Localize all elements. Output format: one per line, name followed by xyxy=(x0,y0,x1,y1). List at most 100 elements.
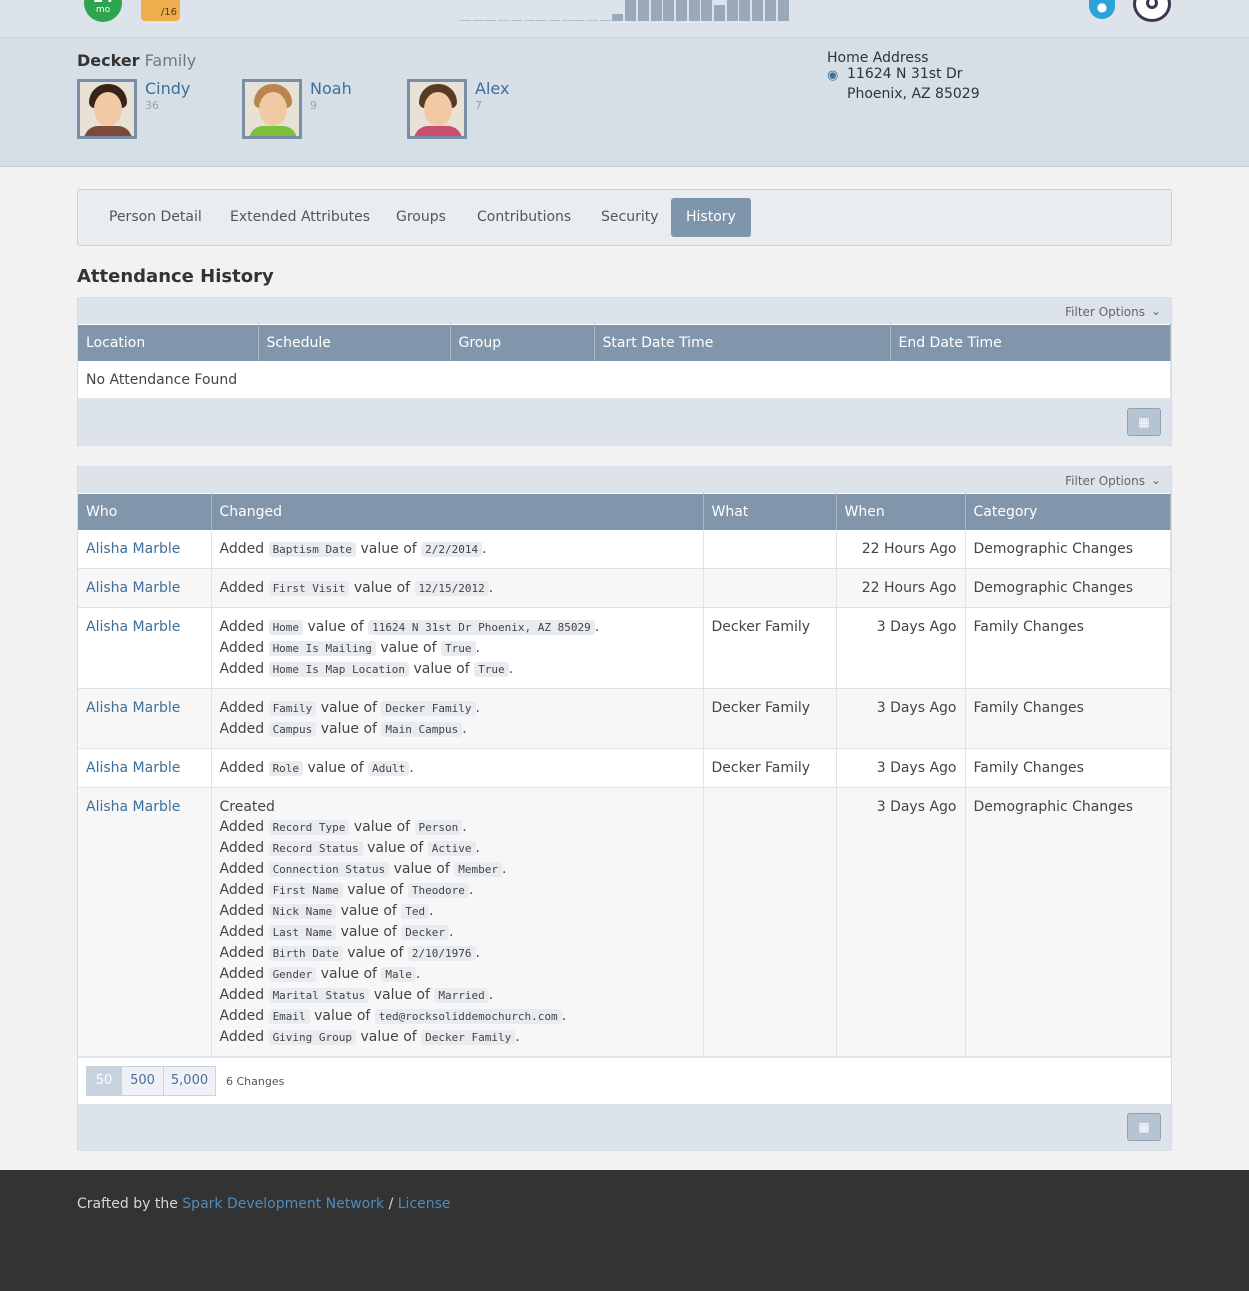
history-grid-footer: ▦ xyxy=(78,1103,1171,1150)
value-of-text: value of xyxy=(360,1028,417,1045)
value-of-text: value of xyxy=(413,660,470,677)
export-excel-button[interactable]: ▦ xyxy=(1127,408,1161,436)
cell-category: Demographic Changes xyxy=(965,568,1171,608)
column-header-when[interactable]: When xyxy=(836,493,966,530)
avatar[interactable] xyxy=(407,79,467,139)
who-link[interactable]: Alisha Marble xyxy=(86,619,180,635)
who-link[interactable]: Alisha Marble xyxy=(86,760,180,776)
export-excel-button[interactable]: ▦ xyxy=(1127,1112,1161,1141)
age-badge-unit: mo xyxy=(95,5,111,15)
who-link[interactable]: Alisha Marble xyxy=(86,580,180,596)
change-prefix: Added xyxy=(219,986,265,1003)
table-row: Alisha Marble Added First Visit value of … xyxy=(78,568,1171,608)
avatar[interactable] xyxy=(77,79,137,139)
attendance-bar xyxy=(561,20,573,21)
tab-contributions[interactable]: Contributions xyxy=(462,198,586,237)
attendance-bar xyxy=(777,0,789,21)
footer-credit: Crafted by the Spark Development Network… xyxy=(77,1196,451,1212)
change-line: Added Baptism Date value of 2/2/2014. xyxy=(219,540,487,557)
attendance-bar xyxy=(472,20,484,21)
giving-ring-icon[interactable] xyxy=(1133,0,1171,22)
history-grid: Filter Options ⌄ Who Changed What When C… xyxy=(77,466,1172,1151)
chevron-down-icon[interactable]: ⌄ xyxy=(1151,304,1161,318)
change-value: Married xyxy=(434,987,489,1003)
column-header-who[interactable]: Who xyxy=(78,493,212,530)
member-age: 36 xyxy=(145,99,159,112)
change-line: Added First Visit value of 12/15/2012. xyxy=(219,579,494,596)
page-size-50[interactable]: 50 xyxy=(86,1065,122,1096)
change-value: Active xyxy=(427,840,476,856)
cell-category: Family Changes xyxy=(965,607,1171,689)
column-header-group[interactable]: Group xyxy=(450,324,595,361)
cell-category: Demographic Changes xyxy=(965,529,1171,569)
cell-what: Decker Family xyxy=(703,607,837,689)
cell-changed: Added Baptism Date value of 2/2/2014. xyxy=(211,529,704,569)
cell-changed: Created Added Record Type value of Person… xyxy=(211,787,704,1057)
filter-options-label[interactable]: Filter Options xyxy=(1065,474,1145,488)
page-footer: Crafted by the Spark Development Network… xyxy=(0,1170,1249,1291)
attendance-bar xyxy=(548,20,560,21)
attendance-table: Location Schedule Group Start Date Time … xyxy=(78,324,1171,399)
cell-when: 3 Days Ago xyxy=(836,688,966,749)
member-age: 9 xyxy=(310,99,317,112)
who-link[interactable]: Alisha Marble xyxy=(86,799,180,815)
change-value: Theodore xyxy=(407,882,469,898)
cell-when: 22 Hours Ago xyxy=(836,568,966,608)
change-line: Added Campus value of Main Campus. xyxy=(219,720,467,737)
cell-what xyxy=(703,568,837,608)
tab-history[interactable]: History xyxy=(671,198,751,237)
change-prefix: Added xyxy=(219,923,265,940)
history-pager: 50 500 5,000 6 Changes xyxy=(78,1056,1171,1104)
column-header-start[interactable]: Start Date Time xyxy=(594,324,891,361)
attendance-bar xyxy=(650,0,662,21)
column-header-end[interactable]: End Date Time xyxy=(890,324,1171,361)
value-of-text: value of xyxy=(360,540,417,557)
page-size-5000[interactable]: 5,000 xyxy=(163,1065,216,1096)
filter-options-label[interactable]: Filter Options xyxy=(1065,305,1145,319)
change-field: Gender xyxy=(268,966,317,982)
cell-who: Alisha Marble xyxy=(78,688,212,749)
family-name: Decker Family xyxy=(77,51,196,70)
footer-spark-link[interactable]: Spark Development Network xyxy=(182,1196,384,1212)
change-field: Connection Status xyxy=(268,861,390,877)
column-header-changed[interactable]: Changed xyxy=(211,493,704,530)
age-badge[interactable]: 14 mo xyxy=(84,0,122,22)
column-header-what[interactable]: What xyxy=(703,493,837,530)
page-size-500[interactable]: 500 xyxy=(121,1065,164,1096)
tab-extended-attributes[interactable]: Extended Attributes xyxy=(215,198,385,237)
tab-security[interactable]: Security xyxy=(586,198,674,237)
cell-when: 3 Days Ago xyxy=(836,787,966,1057)
tab-person-detail[interactable]: Person Detail xyxy=(94,198,217,237)
cell-who: Alisha Marble xyxy=(78,529,212,569)
footer-license-link[interactable]: License xyxy=(398,1196,451,1212)
attendance-bar xyxy=(612,13,624,21)
value-of-text: value of xyxy=(347,881,404,898)
who-link[interactable]: Alisha Marble xyxy=(86,700,180,716)
change-prefix: Added xyxy=(219,639,265,656)
change-line: Added Birth Date value of 2/10/1976. xyxy=(219,944,480,961)
attendance-bar xyxy=(498,20,510,21)
cell-who: Alisha Marble xyxy=(78,787,212,1057)
attendance-bar xyxy=(714,5,725,21)
attendance-filter-bar[interactable]: Filter Options ⌄ xyxy=(78,298,1171,324)
chevron-down-icon[interactable]: ⌄ xyxy=(1151,473,1161,487)
value-of-text: value of xyxy=(380,639,437,656)
baptism-drop-icon[interactable]: ● xyxy=(1089,0,1115,19)
tab-groups[interactable]: Groups xyxy=(381,198,461,237)
change-line: Added Home Is Map Location value of True… xyxy=(219,660,514,677)
history-filter-bar[interactable]: Filter Options ⌄ xyxy=(78,467,1171,493)
column-header-schedule[interactable]: Schedule xyxy=(258,324,451,361)
member-name[interactable]: Noah xyxy=(310,79,352,98)
family-header: Decker Family Cindy 36 Noah 9 Alex 7 Hom… xyxy=(0,38,1249,167)
cell-changed: Added Family value of Decker Family. Adde… xyxy=(211,688,704,749)
column-header-category[interactable]: Category xyxy=(965,493,1171,530)
member-name[interactable]: Cindy xyxy=(145,79,190,98)
member-age: 7 xyxy=(475,99,482,112)
attendance-bar xyxy=(752,0,764,21)
column-header-location[interactable]: Location xyxy=(78,324,259,361)
member-name[interactable]: Alex xyxy=(475,79,509,98)
attendance-badge[interactable]: 15 /16 xyxy=(141,0,180,21)
who-link[interactable]: Alisha Marble xyxy=(86,541,180,557)
change-prefix: Added xyxy=(219,699,265,716)
avatar[interactable] xyxy=(242,79,302,139)
